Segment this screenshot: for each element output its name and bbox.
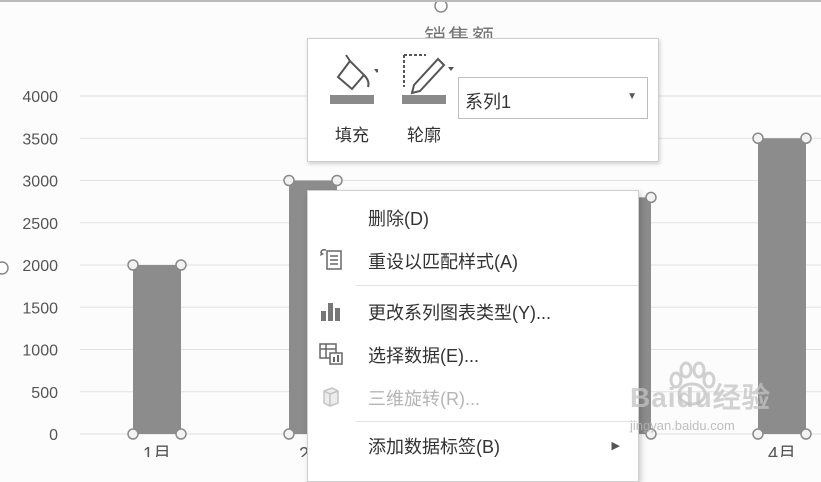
select-data-icon bbox=[319, 343, 343, 365]
y-tick-label: 4000 bbox=[22, 89, 58, 106]
series-select[interactable]: 系列1 ▼ bbox=[458, 77, 648, 119]
y-tick-label: 2500 bbox=[22, 216, 58, 233]
y-tick-label: 1000 bbox=[22, 343, 58, 360]
chevron-down-icon: ▼ bbox=[627, 91, 637, 102]
submenu-arrow-icon: ▶ bbox=[611, 440, 620, 452]
watermark-logo-text: Baidu经验 bbox=[630, 382, 771, 413]
selection-handle[interactable] bbox=[127, 259, 139, 271]
selection-handle[interactable] bbox=[800, 428, 812, 440]
menu-item-label: 删除(D) bbox=[368, 209, 429, 229]
menu-item-3d-rotation[interactable]: 三维旋转(R)... bbox=[308, 379, 638, 415]
menu-item-label: 重设以匹配样式(A) bbox=[368, 252, 518, 272]
outline-label: 轮廓 bbox=[407, 126, 441, 145]
fill-button[interactable]: 填充 bbox=[322, 49, 382, 145]
baidu-watermark: Baidu经验 jingyan.baidu.com bbox=[622, 360, 782, 440]
menu-item-select-data[interactable]: 选择数据(E)... bbox=[308, 336, 638, 372]
mini-toolbar: 填充 轮廓 系列1 ▼ bbox=[307, 38, 659, 162]
selection-handle[interactable] bbox=[283, 174, 295, 187]
series-select-value: 系列1 bbox=[465, 92, 512, 112]
bar-chart-icon bbox=[321, 303, 340, 321]
y-tick-label: 3500 bbox=[22, 131, 58, 148]
selection-handle[interactable] bbox=[127, 428, 139, 440]
bar[interactable] bbox=[133, 265, 181, 434]
selection-handle[interactable] bbox=[800, 132, 812, 144]
y-tick-label: 1500 bbox=[22, 300, 58, 317]
watermark-url: jingyan.baidu.com bbox=[630, 418, 735, 433]
outline-button[interactable]: 轮廓 bbox=[394, 49, 454, 145]
x-tick-label: 4月 bbox=[768, 444, 796, 457]
context-menu: 删除(D) 重设以匹配样式(A) 更改系列图表类型(Y)... 选择数据(E).… bbox=[307, 190, 639, 482]
menu-item-label: 选择数据(E)... bbox=[368, 346, 479, 366]
menu-item-label: 三维旋转(R)... bbox=[368, 389, 480, 409]
selection-handle[interactable] bbox=[283, 428, 295, 440]
y-tick-label: 500 bbox=[31, 385, 58, 402]
reset-style-icon bbox=[320, 249, 342, 270]
pen-outline-icon bbox=[402, 54, 454, 104]
y-tick-label: 2000 bbox=[22, 258, 58, 275]
menu-separator bbox=[356, 285, 638, 286]
selection-handle[interactable] bbox=[645, 191, 657, 204]
fill-label: 填充 bbox=[335, 126, 369, 145]
chart-resize-handle[interactable] bbox=[0, 261, 9, 275]
menu-item-reset-style[interactable]: 重设以匹配样式(A) bbox=[308, 242, 638, 278]
selection-handle[interactable] bbox=[175, 259, 187, 271]
x-tick-label: 1月 bbox=[143, 444, 171, 457]
menu-item-label: 添加数据标签(B) bbox=[368, 437, 500, 457]
rotate-3d-icon bbox=[323, 387, 339, 407]
menu-item-change-chart-type[interactable]: 更改系列图表类型(Y)... bbox=[308, 293, 638, 329]
menu-separator bbox=[356, 421, 638, 422]
y-tick-label: 0 bbox=[49, 427, 58, 444]
menu-item-label: 更改系列图表类型(Y)... bbox=[368, 303, 551, 323]
y-tick-label: 3000 bbox=[22, 174, 58, 191]
menu-item-delete[interactable]: 删除(D) bbox=[308, 199, 638, 235]
selection-handle[interactable] bbox=[752, 132, 764, 144]
menu-item-add-data-labels[interactable]: 添加数据标签(B) ▶ bbox=[308, 427, 638, 463]
selection-handle[interactable] bbox=[331, 174, 343, 187]
paint-bucket-icon bbox=[330, 54, 378, 104]
selection-handle[interactable] bbox=[175, 428, 187, 440]
